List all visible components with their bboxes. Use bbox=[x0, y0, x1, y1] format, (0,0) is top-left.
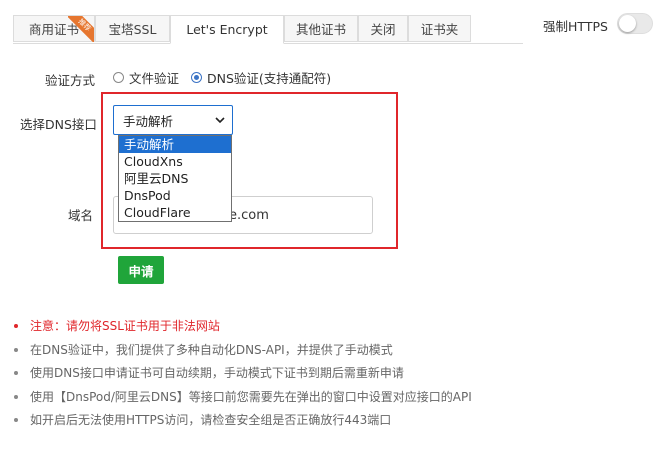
radio-unchecked-icon bbox=[113, 72, 124, 83]
dns-dropdown-list: 手动解析 CloudXns 阿里云DNS DnsPod CloudFlare bbox=[118, 135, 232, 222]
tab-label: 关闭 bbox=[370, 22, 396, 37]
dns-option-cloudflare[interactable]: CloudFlare bbox=[119, 204, 231, 221]
dns-selected-value: 手动解析 bbox=[123, 113, 174, 129]
chevron-down-icon bbox=[215, 117, 225, 124]
dns-option-dnspod[interactable]: DnsPod bbox=[119, 187, 231, 204]
tab-label: 其他证书 bbox=[295, 22, 346, 37]
list-item: 使用【DnsPod/阿里云DNS】等接口前您需要先在弹出的窗口中设置对应接口的A… bbox=[13, 385, 472, 409]
tab-label: 宝塔SSL bbox=[108, 22, 157, 37]
dns-option-cloudxns[interactable]: CloudXns bbox=[119, 153, 231, 170]
recommend-badge: 推荐 bbox=[68, 16, 94, 42]
force-https-toggle[interactable] bbox=[617, 13, 653, 34]
radio-dns-verify[interactable]: DNS验证(支持通配符) bbox=[191, 68, 331, 87]
radio-checked-icon bbox=[191, 72, 203, 83]
tab-cert-folder[interactable]: 证书夹 bbox=[408, 15, 471, 42]
list-item: 使用DNS接口申请证书可自动续期，手动模式下证书到期后需重新申请 bbox=[13, 361, 472, 385]
dns-interface-label: 选择DNS接口 bbox=[20, 117, 97, 132]
domain-value: e.com bbox=[229, 207, 269, 223]
force-https-label: 强制HTTPS bbox=[543, 19, 608, 34]
list-item: 注意：请勿将SSL证书用于非法网站 bbox=[13, 314, 472, 338]
tab-lets-encrypt[interactable]: Let's Encrypt bbox=[170, 15, 284, 44]
dns-interface-select[interactable]: 手动解析 bbox=[113, 105, 233, 135]
verify-method-label: 验证方式 bbox=[45, 73, 96, 88]
tab-commercial-cert[interactable]: 商用证书 推荐 bbox=[13, 15, 95, 42]
apply-button[interactable]: 申请 bbox=[118, 256, 164, 284]
tab-baota-ssl[interactable]: 宝塔SSL bbox=[95, 15, 170, 42]
list-item: 如开启后无法使用HTTPS访问，请检查安全组是否正确放行443端口 bbox=[13, 408, 472, 432]
list-item: 在DNS验证中，我们提供了多种自动化DNS-API，并提供了手动模式 bbox=[13, 338, 472, 362]
domain-label: 域名 bbox=[68, 208, 94, 223]
dns-option-manual[interactable]: 手动解析 bbox=[119, 136, 231, 153]
tab-label: Let's Encrypt bbox=[186, 22, 268, 37]
tab-label: 证书夹 bbox=[420, 22, 459, 37]
dns-option-aliyun[interactable]: 阿里云DNS bbox=[119, 170, 231, 187]
radio-file-verify[interactable]: 文件验证 bbox=[113, 68, 179, 87]
notes-list: 注意：请勿将SSL证书用于非法网站 在DNS验证中，我们提供了多种自动化DNS-… bbox=[13, 314, 472, 432]
verify-method-group: 文件验证 DNS验证(支持通配符) bbox=[113, 68, 343, 87]
tab-other-cert[interactable]: 其他证书 bbox=[284, 15, 358, 42]
tab-close[interactable]: 关闭 bbox=[358, 15, 408, 42]
ssl-tab-bar: 商用证书 推荐 宝塔SSL Let's Encrypt 其他证书 关闭 证书夹 bbox=[13, 15, 523, 44]
